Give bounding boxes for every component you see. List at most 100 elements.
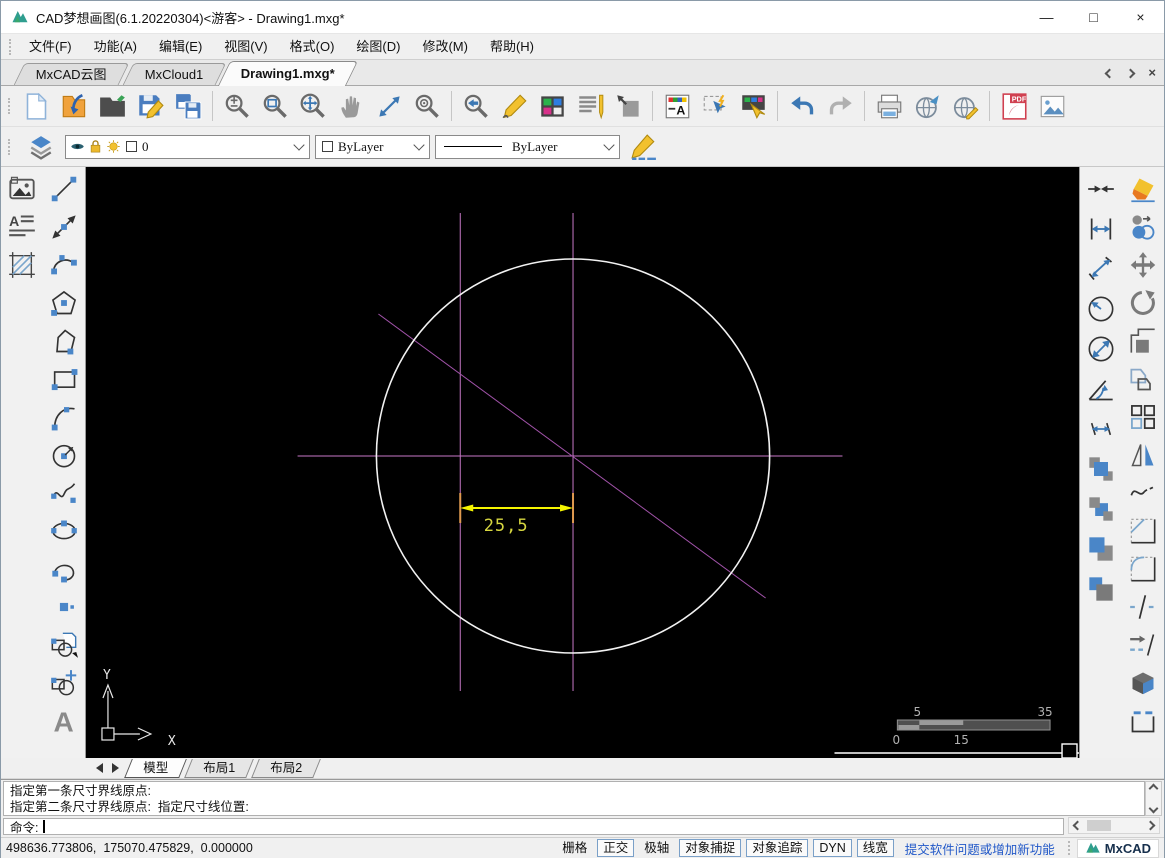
menu-grip[interactable] xyxy=(9,38,13,55)
gesture-config-button[interactable] xyxy=(734,88,772,125)
toolbar-grip[interactable] xyxy=(8,138,12,155)
mirror-button[interactable] xyxy=(1124,436,1162,474)
scroll-left-icon[interactable] xyxy=(1072,820,1083,831)
chamfer-button[interactable] xyxy=(1124,512,1162,550)
tab-mxcad-cloud[interactable]: MxCAD云图 xyxy=(13,63,130,85)
rectangle-button[interactable] xyxy=(45,360,83,398)
copy-button[interactable] xyxy=(1124,208,1162,246)
zoom-window-button[interactable] xyxy=(256,88,294,125)
menu-function[interactable]: 功能(A) xyxy=(83,34,148,59)
zoom-extents-button[interactable] xyxy=(294,88,332,125)
tab-drawing1[interactable]: Drawing1.mxg* xyxy=(218,61,359,86)
lineweight-button[interactable] xyxy=(625,128,663,165)
zoom-scale-button[interactable] xyxy=(218,88,256,125)
close-button[interactable]: × xyxy=(1117,1,1164,33)
viewport-clip-button[interactable] xyxy=(609,88,647,125)
tab-scroll-left-icon[interactable] xyxy=(1104,68,1115,78)
command-vscrollbar[interactable] xyxy=(1145,781,1162,816)
undo-button[interactable] xyxy=(783,88,821,125)
dim-aligned-button[interactable] xyxy=(1082,250,1120,288)
dim-diameter-button[interactable] xyxy=(1082,330,1120,368)
arc-button[interactable] xyxy=(45,398,83,436)
dim-linear-button[interactable] xyxy=(1082,210,1120,248)
zoom-previous-button[interactable] xyxy=(457,88,495,125)
tab-model[interactable]: 模型 xyxy=(124,758,187,778)
toggle-otrack[interactable]: 对象追踪 xyxy=(746,839,809,857)
arc-continue-button[interactable] xyxy=(45,550,83,588)
menu-file[interactable]: 文件(F) xyxy=(18,34,83,59)
stretch-button[interactable] xyxy=(1124,702,1162,740)
menu-edit[interactable]: 编辑(E) xyxy=(148,34,213,59)
scale-button[interactable] xyxy=(1124,322,1162,360)
open-drawing-button[interactable] xyxy=(55,88,93,125)
feedback-link[interactable]: 提交软件问题或增加新功能 xyxy=(905,839,1055,858)
pan-button[interactable] xyxy=(332,88,370,125)
layout-prev-button[interactable] xyxy=(91,759,107,777)
polygon-button[interactable] xyxy=(45,284,83,322)
scroll-right-icon[interactable] xyxy=(1145,820,1156,831)
tab-scroll-right-icon[interactable] xyxy=(1125,68,1136,78)
spline-button[interactable] xyxy=(45,474,83,512)
toggle-ortho[interactable]: 正交 xyxy=(597,839,635,857)
menu-view[interactable]: 视图(V) xyxy=(213,34,278,59)
drawing-viewport[interactable]: 25,5 Y X 5 35 0 15 xyxy=(86,167,1079,758)
dim-continue-button[interactable] xyxy=(1082,410,1120,448)
block-insert-button[interactable] xyxy=(45,626,83,664)
rotate-button[interactable] xyxy=(1124,284,1162,322)
offset-button[interactable] xyxy=(1124,360,1162,398)
scroll-down-icon[interactable] xyxy=(1148,803,1159,814)
insert-image-button[interactable] xyxy=(3,170,41,208)
block-create-button[interactable] xyxy=(45,664,83,702)
linear-dimension[interactable]: 25,5 xyxy=(459,493,575,536)
tab-layout2[interactable]: 布局2 xyxy=(251,758,321,778)
web-publish-button[interactable] xyxy=(908,88,946,125)
export-image-button[interactable] xyxy=(1033,88,1071,125)
linetype-combo[interactable]: ByLayer xyxy=(435,134,620,159)
export-pdf-button[interactable]: PDF xyxy=(995,88,1033,125)
print-button[interactable] xyxy=(870,88,908,125)
move-button[interactable] xyxy=(1124,246,1162,284)
draworder-above-button[interactable] xyxy=(1082,530,1120,568)
text-style-button[interactable]: A xyxy=(658,88,696,125)
tab-close-icon[interactable]: × xyxy=(1148,66,1156,79)
web-sync-button[interactable] xyxy=(946,88,984,125)
erase-button[interactable] xyxy=(1124,170,1162,208)
layers-button[interactable] xyxy=(22,128,60,165)
draw-sketch-button[interactable] xyxy=(495,88,533,125)
circle-button[interactable] xyxy=(45,436,83,474)
tab-mxcloud1[interactable]: MxCloud1 xyxy=(122,63,226,85)
dim-shorten-button[interactable] xyxy=(1082,170,1120,208)
scrollbar-thumb[interactable] xyxy=(1087,820,1111,831)
line-button[interactable] xyxy=(45,170,83,208)
polyline-button[interactable] xyxy=(45,246,83,284)
open-folder-button[interactable] xyxy=(93,88,131,125)
new-file-button[interactable] xyxy=(17,88,55,125)
toggle-polar[interactable]: 极轴 xyxy=(639,840,674,856)
color-combo[interactable]: ByLayer xyxy=(315,134,430,159)
draworder-front-button[interactable] xyxy=(1082,450,1120,488)
command-input[interactable]: 命令: xyxy=(3,818,1064,835)
save-button[interactable] xyxy=(131,88,169,125)
text-content-button[interactable] xyxy=(571,88,609,125)
tab-layout1[interactable]: 布局1 xyxy=(184,758,254,778)
drawing-canvas[interactable]: 25,5 Y X 5 35 0 15 xyxy=(86,167,1079,758)
explode-button[interactable] xyxy=(1124,664,1162,702)
draworder-below-button[interactable] xyxy=(1082,570,1120,608)
color-palette-button[interactable] xyxy=(533,88,571,125)
layout-next-button[interactable] xyxy=(107,759,123,777)
ellipse-button[interactable] xyxy=(45,512,83,550)
polygon-irregular-button[interactable] xyxy=(45,322,83,360)
text-button[interactable]: A xyxy=(45,702,83,740)
point-button[interactable] xyxy=(45,588,83,626)
toolbar-grip[interactable] xyxy=(8,98,12,114)
layer-combo[interactable]: 0 xyxy=(65,134,310,159)
maximize-button[interactable]: □ xyxy=(1070,1,1117,33)
menu-draw[interactable]: 绘图(D) xyxy=(345,34,411,59)
dim-radius-button[interactable] xyxy=(1082,290,1120,328)
toggle-dyn[interactable]: DYN xyxy=(813,839,852,857)
draworder-back-button[interactable] xyxy=(1082,490,1120,528)
menu-format[interactable]: 格式(O) xyxy=(279,34,346,59)
move-scale-button[interactable] xyxy=(370,88,408,125)
toggle-lineweight[interactable]: 线宽 xyxy=(856,839,894,857)
quick-select-button[interactable] xyxy=(696,88,734,125)
